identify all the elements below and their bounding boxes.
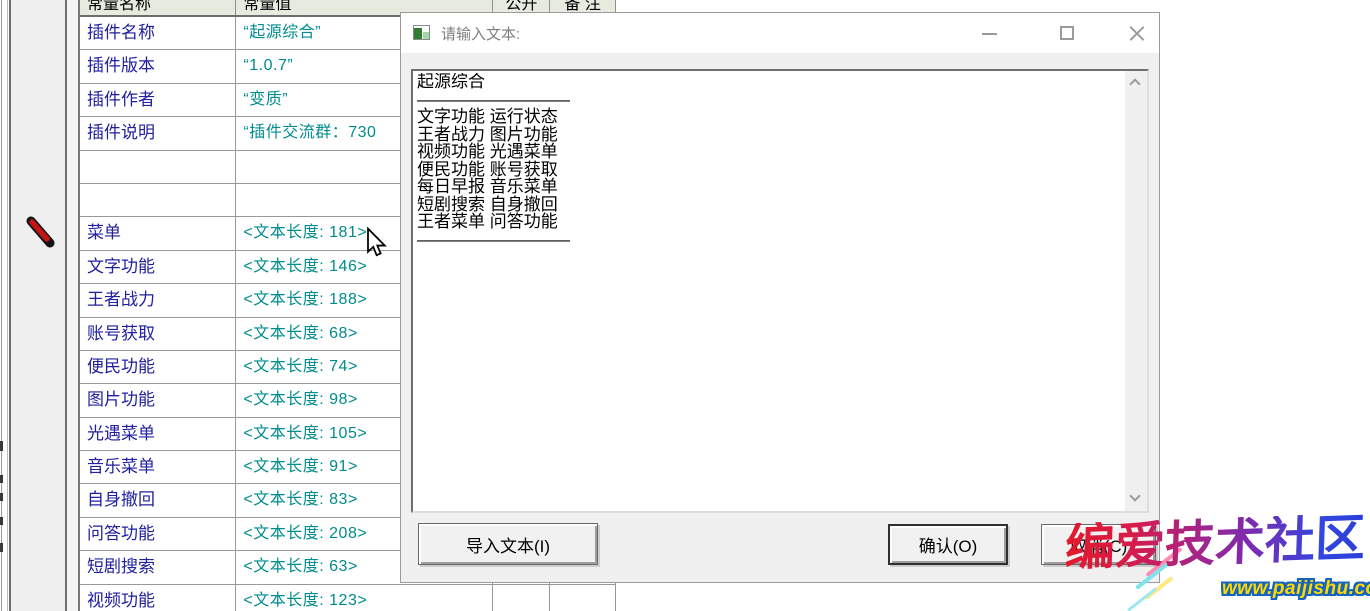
- mouse-cursor: [364, 227, 388, 259]
- row-name-cell[interactable]: 视频功能: [80, 585, 236, 611]
- left-gutter: [0, 0, 78, 611]
- row-name-cell[interactable]: 王者战力: [80, 284, 236, 316]
- row-name-cell[interactable]: 文字功能: [80, 251, 236, 283]
- table-row[interactable]: 视频功能 <文本长度: 123>: [80, 585, 616, 611]
- close-icon: [1129, 25, 1145, 41]
- streak-decoration: [1127, 587, 1157, 611]
- scroll-up-button[interactable]: [1125, 73, 1147, 93]
- import-text-button[interactable]: 导入文本(I): [418, 523, 598, 565]
- vertical-scrollbar[interactable]: [1125, 71, 1147, 511]
- window-icon: [413, 25, 430, 40]
- input-text-dialog: 请输入文本: 起源综合 ————————— 文字功能 运行状态 王者战力 图片功…: [400, 12, 1160, 583]
- dialog-titlebar[interactable]: 请输入文本:: [401, 13, 1159, 53]
- dialog-title: 请输入文本:: [441, 23, 520, 44]
- row-name-cell[interactable]: 问答功能: [80, 518, 236, 550]
- maximize-button[interactable]: [1045, 13, 1089, 53]
- scroll-down-button[interactable]: [1125, 489, 1147, 509]
- app-window: 常量名称 常量值 公开 备 注 插件名称 “起源综合” 插件版本 “1.0.7”…: [0, 0, 1370, 611]
- row-name-cell[interactable]: [80, 184, 236, 216]
- text-input-area[interactable]: 起源综合 ————————— 文字功能 运行状态 王者战力 图片功能 视频功能 …: [411, 69, 1149, 513]
- chevron-down-icon: [1129, 490, 1140, 501]
- row-name-cell[interactable]: 图片功能: [80, 384, 236, 416]
- cancel-button[interactable]: 取消(C): [1041, 524, 1156, 565]
- edge-mark: [0, 543, 3, 552]
- watermark-url: www.paijishu.com: [1222, 578, 1370, 600]
- edge-mark: [0, 441, 3, 451]
- edge-mark: [0, 475, 3, 483]
- row-public-cell[interactable]: [493, 585, 550, 611]
- row-name-cell[interactable]: 光遇菜单: [80, 418, 236, 450]
- minimize-icon: [982, 33, 997, 35]
- confirm-button[interactable]: 确认(O): [888, 524, 1008, 565]
- text-input-content[interactable]: 起源综合 ————————— 文字功能 运行状态 王者战力 图片功能 视频功能 …: [417, 73, 1121, 509]
- chevron-up-icon: [1129, 78, 1140, 89]
- close-button[interactable]: [1115, 13, 1159, 53]
- gutter-line: [7, 0, 8, 611]
- row-name-cell[interactable]: 插件版本: [80, 50, 236, 82]
- edge-mark: [0, 493, 3, 501]
- gutter-strip: [67, 0, 78, 611]
- maximize-icon: [1060, 26, 1074, 40]
- row-value-cell[interactable]: <文本长度: 123>: [236, 585, 493, 611]
- edge-mark: [0, 517, 3, 525]
- header-constant-name: 常量名称: [80, 0, 236, 15]
- row-name-cell[interactable]: [80, 151, 236, 183]
- row-name-cell[interactable]: 短剧搜索: [80, 551, 236, 583]
- minimize-button[interactable]: [967, 13, 1011, 53]
- row-name-cell[interactable]: 插件作者: [80, 84, 236, 116]
- row-name-cell[interactable]: 插件名称: [80, 17, 236, 49]
- row-name-cell[interactable]: 便民功能: [80, 351, 236, 383]
- row-name-cell[interactable]: 自身撤回: [80, 484, 236, 516]
- row-name-cell[interactable]: 插件说明: [80, 117, 236, 149]
- gutter-strip: [11, 0, 65, 611]
- row-name-cell[interactable]: 音乐菜单: [80, 451, 236, 483]
- row-name-cell[interactable]: 菜单: [80, 217, 236, 249]
- row-note-cell[interactable]: [550, 585, 616, 611]
- row-name-cell[interactable]: 账号获取: [80, 318, 236, 350]
- edit-pen-icon: [25, 214, 57, 252]
